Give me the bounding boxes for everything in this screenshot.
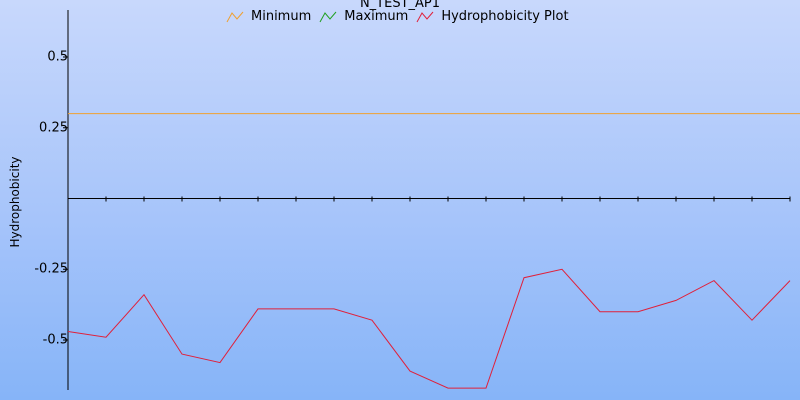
legend-item-hydrophobicity: Hydrophobicity Plot (416, 9, 569, 24)
legend-maximum-icon (319, 11, 337, 22)
chart-frame: N_TEST_AP1 Minimum Maximum Hydrophobicit… (0, 0, 800, 400)
legend-label-minimum: Minimum (251, 9, 312, 24)
legend-label-hydrophobicity: Hydrophobicity Plot (441, 9, 569, 24)
legend-minimum-icon (226, 11, 244, 22)
legend-item-minimum: Minimum (226, 9, 311, 24)
y-tick-label: 0.25 (39, 120, 68, 136)
legend-hydrophobicity-icon (416, 11, 434, 22)
y-tick-label: -0.25 (34, 261, 68, 277)
series-line-hydrophobicity-plot (67, 268, 791, 389)
legend-label-maximum: Maximum (344, 9, 409, 24)
y-axis-label: Hydrophobicity (8, 156, 22, 248)
y-tick-label: -0.5 (42, 332, 68, 348)
plot-area (63, 10, 800, 390)
legend-item-maximum: Maximum (319, 9, 408, 24)
y-tick-label: 0.5 (47, 49, 68, 65)
legend: Minimum Maximum Hydrophobicity Plot (226, 9, 577, 24)
